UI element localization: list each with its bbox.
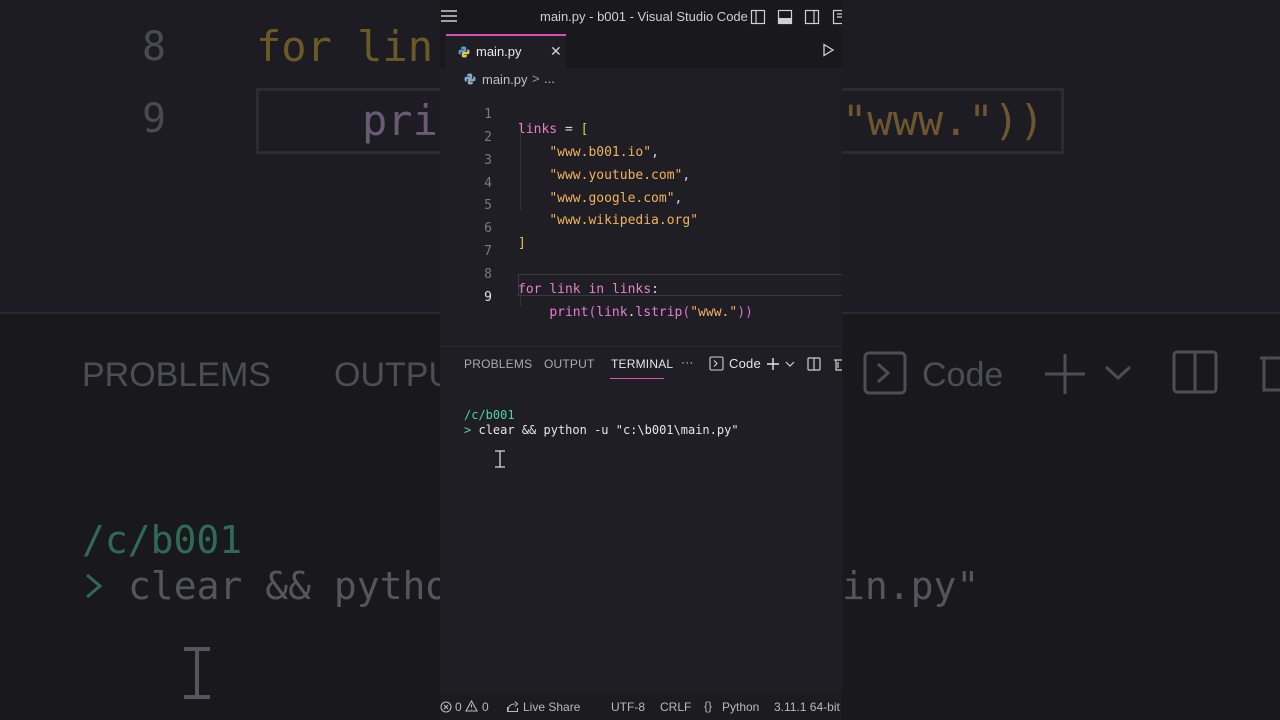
python-interpreter[interactable]: 3.11.1 64-bit <box>774 700 840 714</box>
background-terminal-icon <box>863 351 907 395</box>
terminal-command: clear && python -u "c:\b001\main.py" <box>478 423 739 437</box>
code-line: 6 ] <box>440 206 842 251</box>
background-terminal-command: clear && pytho <box>128 564 449 608</box>
code-line: 3 "www.youtube.com", <box>440 138 842 183</box>
code-line: 7 <box>440 229 842 259</box>
tab-output[interactable]: OUTPUT <box>544 357 595 371</box>
background-code-line-8: for lin <box>256 22 434 71</box>
background-output-tab: OUTPU <box>334 356 453 394</box>
editor-tabs: main.py ✕ <box>440 34 842 68</box>
vscode-window: main.py - b001 - Visual Studio Code main… <box>440 0 842 720</box>
title-bar: main.py - b001 - Visual Studio Code <box>440 0 842 34</box>
breadcrumb-separator: > <box>532 71 540 86</box>
toggle-primary-sidebar-icon[interactable] <box>750 9 766 25</box>
terminal[interactable]: /c/b001 > clear && python -u "c:\b001\ma… <box>440 400 842 690</box>
language-mode[interactable]: Python <box>722 700 759 714</box>
background-line-number-8: 8 <box>142 24 167 70</box>
customize-layout-icon[interactable] <box>830 9 842 25</box>
line-number: 9 <box>484 290 492 305</box>
new-terminal-icon[interactable] <box>766 357 780 371</box>
breadcrumb: main.py > ... <box>440 68 842 90</box>
trash-icon[interactable] <box>833 357 842 371</box>
window-title: main.py - b001 - Visual Studio Code <box>540 9 748 24</box>
background-code-line-9: pri <box>362 96 438 145</box>
terminal-command-line: > clear && python -u "c:\b001\main.py" <box>464 423 739 437</box>
tab-problems[interactable]: PROBLEMS <box>464 357 532 371</box>
tab-terminal[interactable]: TERMINAL <box>611 357 673 371</box>
terminal-cwd: /c/b001 <box>464 408 515 422</box>
code-editor[interactable]: 1 links = [ 2 "www.b001.io", 3 "www.yout… <box>440 90 842 346</box>
toggle-panel-icon[interactable] <box>777 9 793 25</box>
encoding[interactable]: UTF-8 <box>611 700 645 714</box>
text-cursor-icon <box>495 450 505 468</box>
more-actions-icon[interactable]: ··· <box>681 355 694 369</box>
background-code-line-9-tail: "www.")) <box>842 96 1045 145</box>
background-text-cursor-icon <box>184 647 210 699</box>
background-plus-icon <box>1045 354 1085 394</box>
language-braces-icon[interactable]: {} <box>704 699 712 713</box>
error-icon[interactable] <box>440 701 452 713</box>
background-chevron-icon <box>1104 365 1132 381</box>
line-text: print(link.lstrip("www.")) <box>549 305 753 320</box>
warning-count[interactable]: 0 <box>482 700 489 714</box>
split-terminal-icon[interactable] <box>807 357 821 371</box>
background-terminal-path: /c/b001 <box>82 518 243 562</box>
breadcrumb-symbols[interactable]: ... <box>544 71 555 86</box>
code-line: 8 for link in links: <box>440 252 842 297</box>
chevron-down-icon[interactable] <box>785 361 795 368</box>
background-problems-tab: PROBLEMS <box>82 356 271 394</box>
error-count[interactable]: 0 <box>455 700 462 714</box>
background-prompt-icon <box>86 573 103 599</box>
code-line: 2 "www.b001.io", <box>440 115 842 160</box>
menu-icon[interactable] <box>440 7 458 25</box>
code-line-current: 9 print(link.lstrip("www.")) <box>440 275 842 320</box>
background-trash-icon <box>1260 356 1280 392</box>
code-line: 4 "www.google.com", <box>440 161 842 206</box>
line-endings[interactable]: CRLF <box>660 700 691 714</box>
panel-header: PROBLEMS OUTPUT TERMINAL ··· Code <box>440 347 842 381</box>
breadcrumb-file[interactable]: main.py <box>482 72 528 87</box>
terminal-name[interactable]: Code <box>729 356 761 371</box>
terminal-icon <box>709 356 724 371</box>
background-code-label: Code <box>922 356 1004 394</box>
background-line-number-9: 9 <box>142 96 167 142</box>
terminal-prompt: > <box>464 423 472 437</box>
close-icon[interactable]: ✕ <box>550 43 562 60</box>
live-share[interactable]: Live Share <box>523 700 580 714</box>
python-file-icon <box>464 73 476 85</box>
code-line: 1 links = [ <box>440 92 842 137</box>
run-python-file-icon[interactable] <box>821 43 835 57</box>
warning-icon[interactable] <box>465 700 478 712</box>
status-bar: 0 0 Live Share UTF-8 CRLF {} Python 3.11… <box>440 694 842 720</box>
background-terminal-command-tail: in.py" <box>842 564 980 608</box>
background-split-icon <box>1172 350 1218 394</box>
python-file-icon <box>458 46 470 58</box>
tab-main-py[interactable]: main.py ✕ <box>446 34 566 68</box>
code-line: 5 "www.wikipedia.org" <box>440 183 842 228</box>
toggle-secondary-sidebar-icon[interactable] <box>804 9 820 25</box>
active-tab-indicator <box>610 378 664 379</box>
live-share-icon[interactable] <box>506 700 519 713</box>
tab-label: main.py <box>476 44 522 59</box>
